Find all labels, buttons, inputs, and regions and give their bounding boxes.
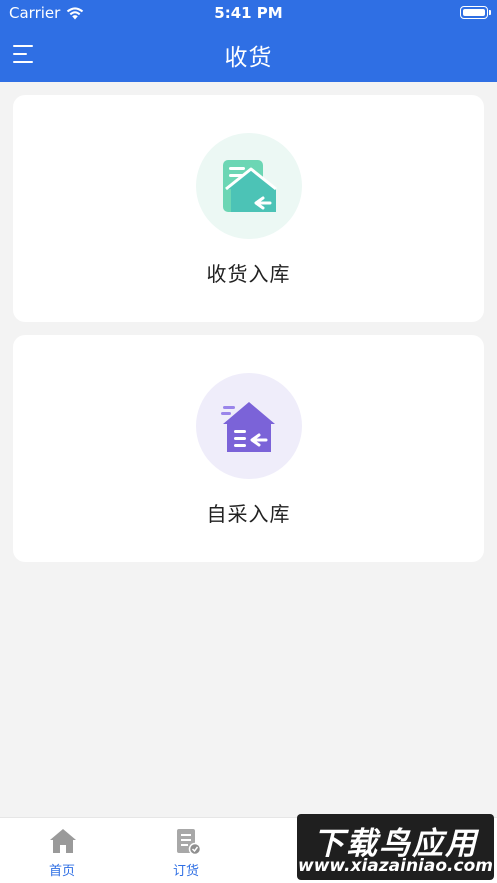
receive-stock-label: 收货入库 (206, 262, 291, 286)
receive-stock-card[interactable]: 收货入库 (13, 95, 484, 322)
order-icon (177, 829, 202, 856)
status-time: 5:41 PM (214, 4, 283, 22)
tab-home-label: 首页 (48, 864, 75, 879)
battery-icon (460, 6, 491, 19)
watermark-url: www.xiazainiao.com (298, 856, 493, 876)
self-purchase-stock-card[interactable]: 自采入库 (13, 335, 484, 562)
nav-bar: 收货 (0, 26, 497, 82)
home-icon (50, 829, 76, 853)
status-bar: Carrier 5:41 PM (0, 0, 497, 26)
header: Carrier 5:41 PM 收货 (0, 0, 497, 82)
watermark-logo: 下载鸟应用 www.xiazainiao.com (297, 814, 494, 880)
self-purchase-stock-label: 自采入库 (206, 502, 291, 526)
page-title: 收货 (224, 45, 273, 71)
tab-home[interactable]: 首页 (2, 818, 122, 883)
self-purchase-warehouse-icon (221, 402, 275, 452)
self-purchase-icon-circle (196, 373, 302, 479)
tab-order[interactable]: 订货 (126, 818, 246, 883)
receiving-screen: Carrier 5:41 PM 收货 收货入库 自采入库 首页 订货 下载鸟应用… (0, 0, 497, 883)
receive-stock-icon-circle (196, 133, 302, 239)
tab-order-label: 订货 (172, 864, 199, 879)
receive-warehouse-icon (223, 160, 277, 212)
